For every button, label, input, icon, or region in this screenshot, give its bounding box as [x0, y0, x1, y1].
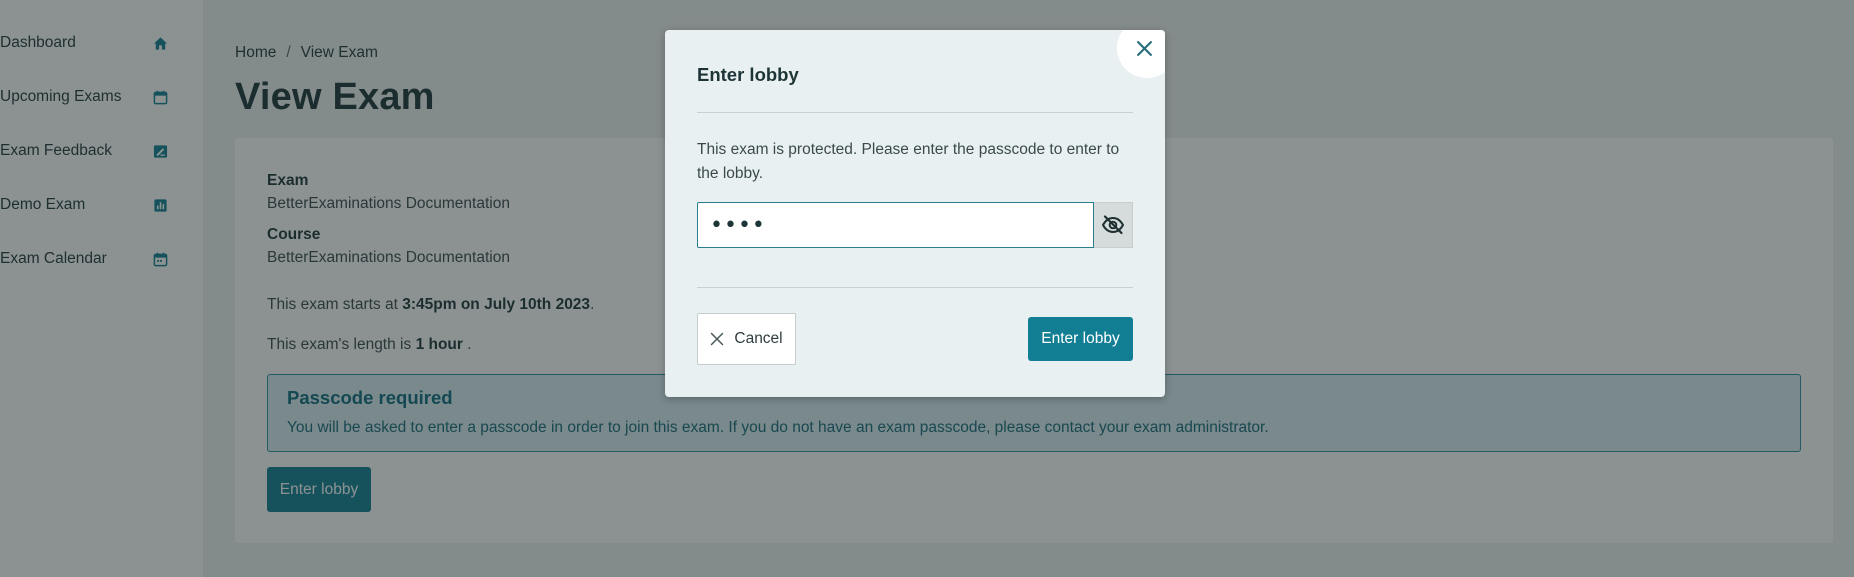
close-button[interactable]: [1117, 30, 1165, 78]
close-icon: [711, 332, 724, 346]
close-icon: [1137, 41, 1152, 56]
cancel-label: Cancel: [734, 330, 783, 347]
dialog-divider-top: [697, 112, 1133, 113]
eye-slash-icon: [1101, 215, 1125, 235]
dialog-title: Enter lobby: [697, 64, 799, 85]
passcode-input[interactable]: [697, 202, 1094, 248]
dialog-divider-bottom: [697, 287, 1133, 288]
toggle-password-visibility-button[interactable]: [1094, 202, 1133, 248]
dialog-message: This exam is protected. Please enter the…: [697, 141, 1120, 182]
enter-lobby-dialog: Enter lobby This exam is protected. Plea…: [665, 30, 1165, 397]
enter-lobby-submit-button[interactable]: Enter lobby: [1028, 317, 1133, 361]
cancel-button[interactable]: Cancel: [697, 313, 796, 365]
